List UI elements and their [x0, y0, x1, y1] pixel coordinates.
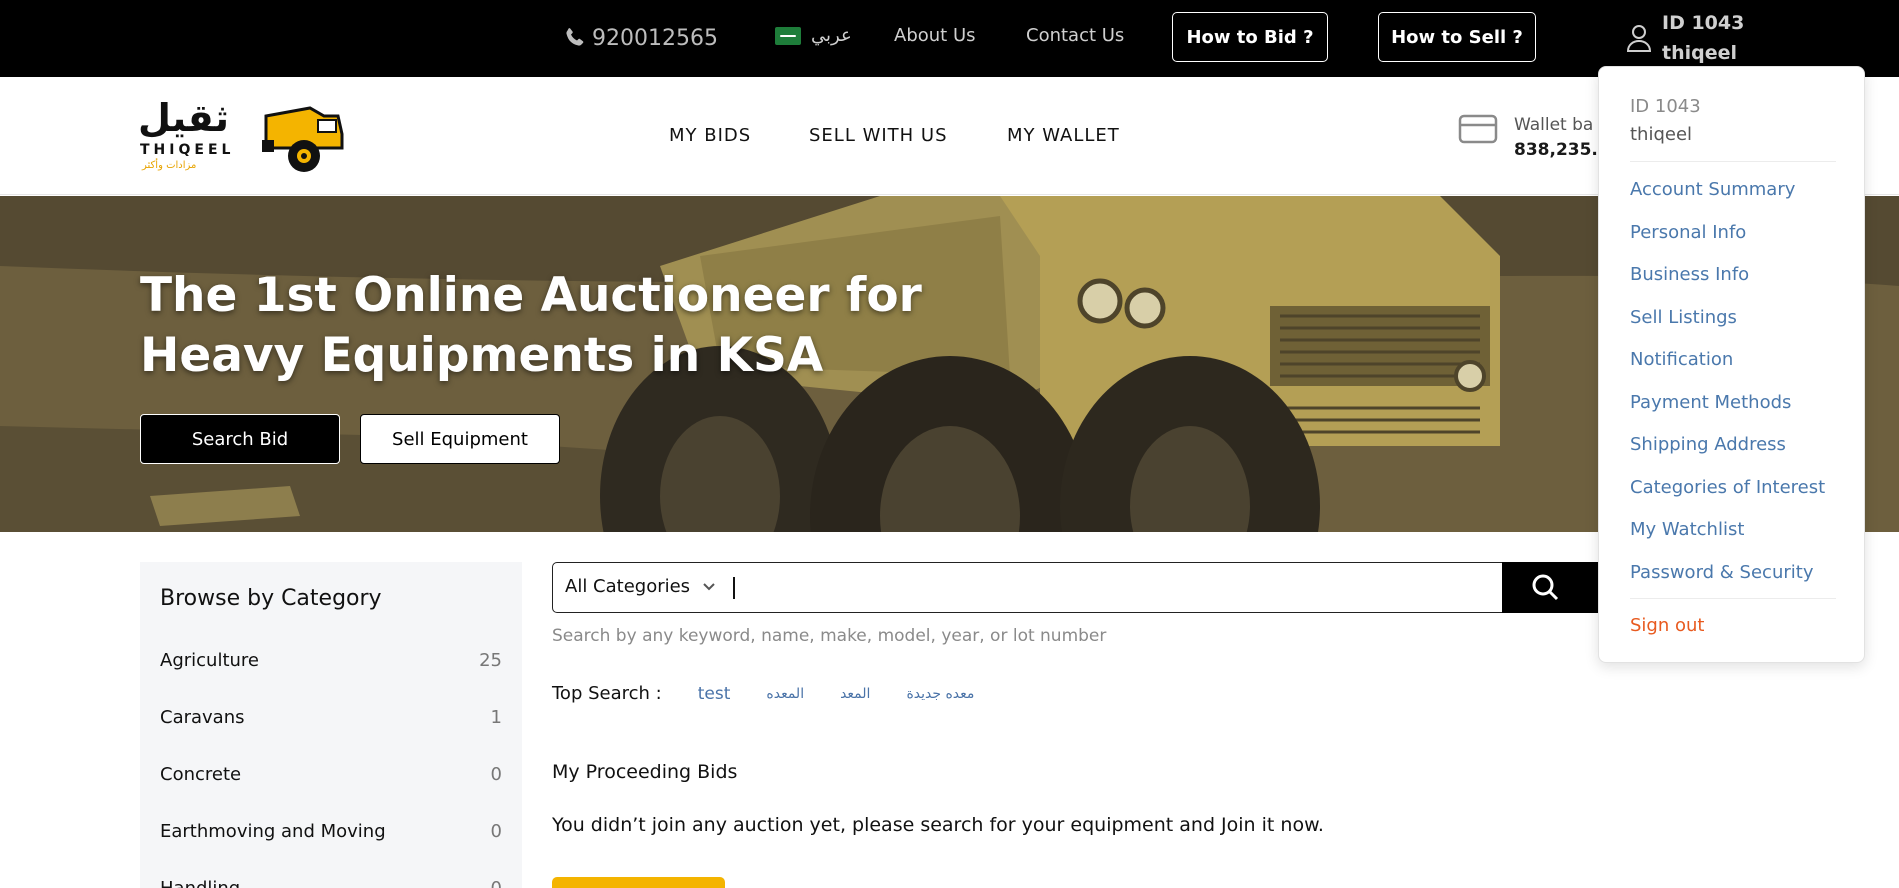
phone-icon [566, 28, 584, 46]
top-search-term[interactable]: المعد [840, 686, 870, 702]
thiqeel-logo[interactable]: ثقيل THIQEEL مزادات وأكثر [138, 94, 344, 184]
menu-notification[interactable]: Notification [1630, 349, 1733, 370]
category-select[interactable]: All Categories [565, 576, 716, 597]
dropdown-username: thiqeel [1630, 124, 1693, 145]
logo-english-text: THIQEEL [140, 142, 235, 158]
phone-link[interactable]: 920012565 [562, 22, 718, 54]
dropdown-divider [1630, 598, 1836, 599]
search-equipment-button[interactable] [552, 877, 725, 888]
wallet-label: Wallet ba [1514, 115, 1594, 135]
credit-card-icon [1458, 114, 1498, 144]
category-count: 0 [490, 764, 502, 785]
menu-sell-listings[interactable]: Sell Listings [1630, 307, 1737, 328]
hero-title-line2: Heavy Equipments in KSA [140, 328, 824, 383]
category-count: 0 [491, 878, 502, 888]
language-switch[interactable]: عربي [775, 25, 852, 46]
sidebar-title: Browse by Category [160, 586, 382, 611]
menu-categories-of-interest[interactable]: Categories of Interest [1630, 477, 1825, 498]
empty-bids-message: You didn’t join any auction yet, please … [552, 814, 1324, 836]
user-id: ID 1043 [1662, 12, 1745, 34]
user-menu[interactable]: ID 1043 thiqeel [1626, 8, 1744, 68]
dropdown-user-id: ID 1043 [1630, 96, 1701, 117]
wallet-amount: 838,235.9 [1514, 140, 1610, 160]
top-search-row: Top Search : test المعده المعد معده جديد… [552, 683, 974, 704]
dropdown-divider [1630, 161, 1836, 162]
category-item-concrete[interactable]: Concrete 0 [160, 764, 502, 785]
sell-equipment-button[interactable]: Sell Equipment [360, 414, 560, 464]
user-dropdown-menu: ID 1043 thiqeel Account Summary Personal… [1598, 66, 1865, 663]
top-search-term[interactable]: test [698, 684, 731, 704]
search-button[interactable] [1502, 562, 1612, 613]
about-us-link[interactable]: About Us [894, 25, 976, 46]
search-input[interactable] [733, 577, 735, 599]
top-search-term[interactable]: معده جديدة [906, 686, 974, 702]
category-count: 0 [490, 821, 502, 842]
hero-title: The 1st Online Auctioneer for Heavy Equi… [140, 266, 940, 386]
search-bid-button[interactable]: Search Bid [140, 414, 340, 464]
nav-my-wallet[interactable]: MY WALLET [1007, 125, 1120, 146]
contact-us-link[interactable]: Contact Us [1026, 25, 1124, 46]
category-name: Handling [160, 878, 240, 888]
menu-payment-methods[interactable]: Payment Methods [1630, 392, 1791, 413]
category-item-earthmoving[interactable]: Earthmoving and Moving 0 [160, 821, 502, 842]
menu-personal-info[interactable]: Personal Info [1630, 222, 1746, 243]
category-name: Concrete [160, 764, 242, 785]
menu-shipping-address[interactable]: Shipping Address [1630, 434, 1786, 455]
chevron-down-icon [703, 582, 715, 590]
dropdown-header: ID 1043 thiqeel [1630, 93, 1701, 149]
nav-sell-with-us[interactable]: SELL WITH US [809, 125, 948, 146]
category-item-handling[interactable]: Handling 0 [160, 878, 502, 888]
menu-account-summary[interactable]: Account Summary [1630, 179, 1795, 200]
phone-number: 920012565 [592, 25, 718, 51]
how-to-bid-button[interactable]: How to Bid ? [1172, 12, 1328, 62]
sign-out-link[interactable]: Sign out [1630, 615, 1704, 636]
search-hint: Search by any keyword, name, make, model… [552, 626, 1107, 646]
top-search-term[interactable]: المعده [766, 686, 804, 702]
browse-by-category-panel: Browse by Category Agriculture 25 Carava… [140, 562, 522, 888]
hero-title-line1: The 1st Online Auctioneer for [140, 268, 922, 323]
saudi-flag-icon [775, 26, 801, 45]
menu-business-info[interactable]: Business Info [1630, 264, 1749, 285]
search-bar: All Categories [552, 562, 1612, 613]
user-icon [1626, 25, 1652, 52]
menu-my-watchlist[interactable]: My Watchlist [1630, 519, 1744, 540]
how-to-sell-button[interactable]: How to Sell ? [1378, 12, 1536, 62]
wallet-balance[interactable]: Wallet ba 838,235.9 [1458, 113, 1610, 163]
category-name: Earthmoving and Moving [160, 821, 386, 842]
nav-my-bids[interactable]: MY BIDS [669, 125, 751, 146]
top-search-label: Top Search : [552, 683, 662, 704]
username: thiqeel [1662, 42, 1738, 64]
category-item-agriculture[interactable]: Agriculture 25 [160, 650, 502, 671]
proceeding-bids-title: My Proceeding Bids [552, 761, 738, 783]
category-name: Caravans [160, 707, 245, 728]
category-count: 25 [479, 650, 502, 671]
menu-password-security[interactable]: Password & Security [1630, 562, 1813, 583]
category-item-caravans[interactable]: Caravans 1 [160, 707, 502, 728]
logo-arabic-text: ثقيل [138, 96, 230, 140]
language-label: عربي [811, 25, 852, 46]
category-select-value: All Categories [565, 576, 691, 597]
dump-truck-logo-icon [262, 106, 344, 172]
category-name: Agriculture [160, 650, 259, 671]
logo-tagline: مزادات وأكثر [142, 160, 197, 171]
search-icon [1532, 574, 1559, 601]
category-count: 1 [490, 707, 502, 728]
